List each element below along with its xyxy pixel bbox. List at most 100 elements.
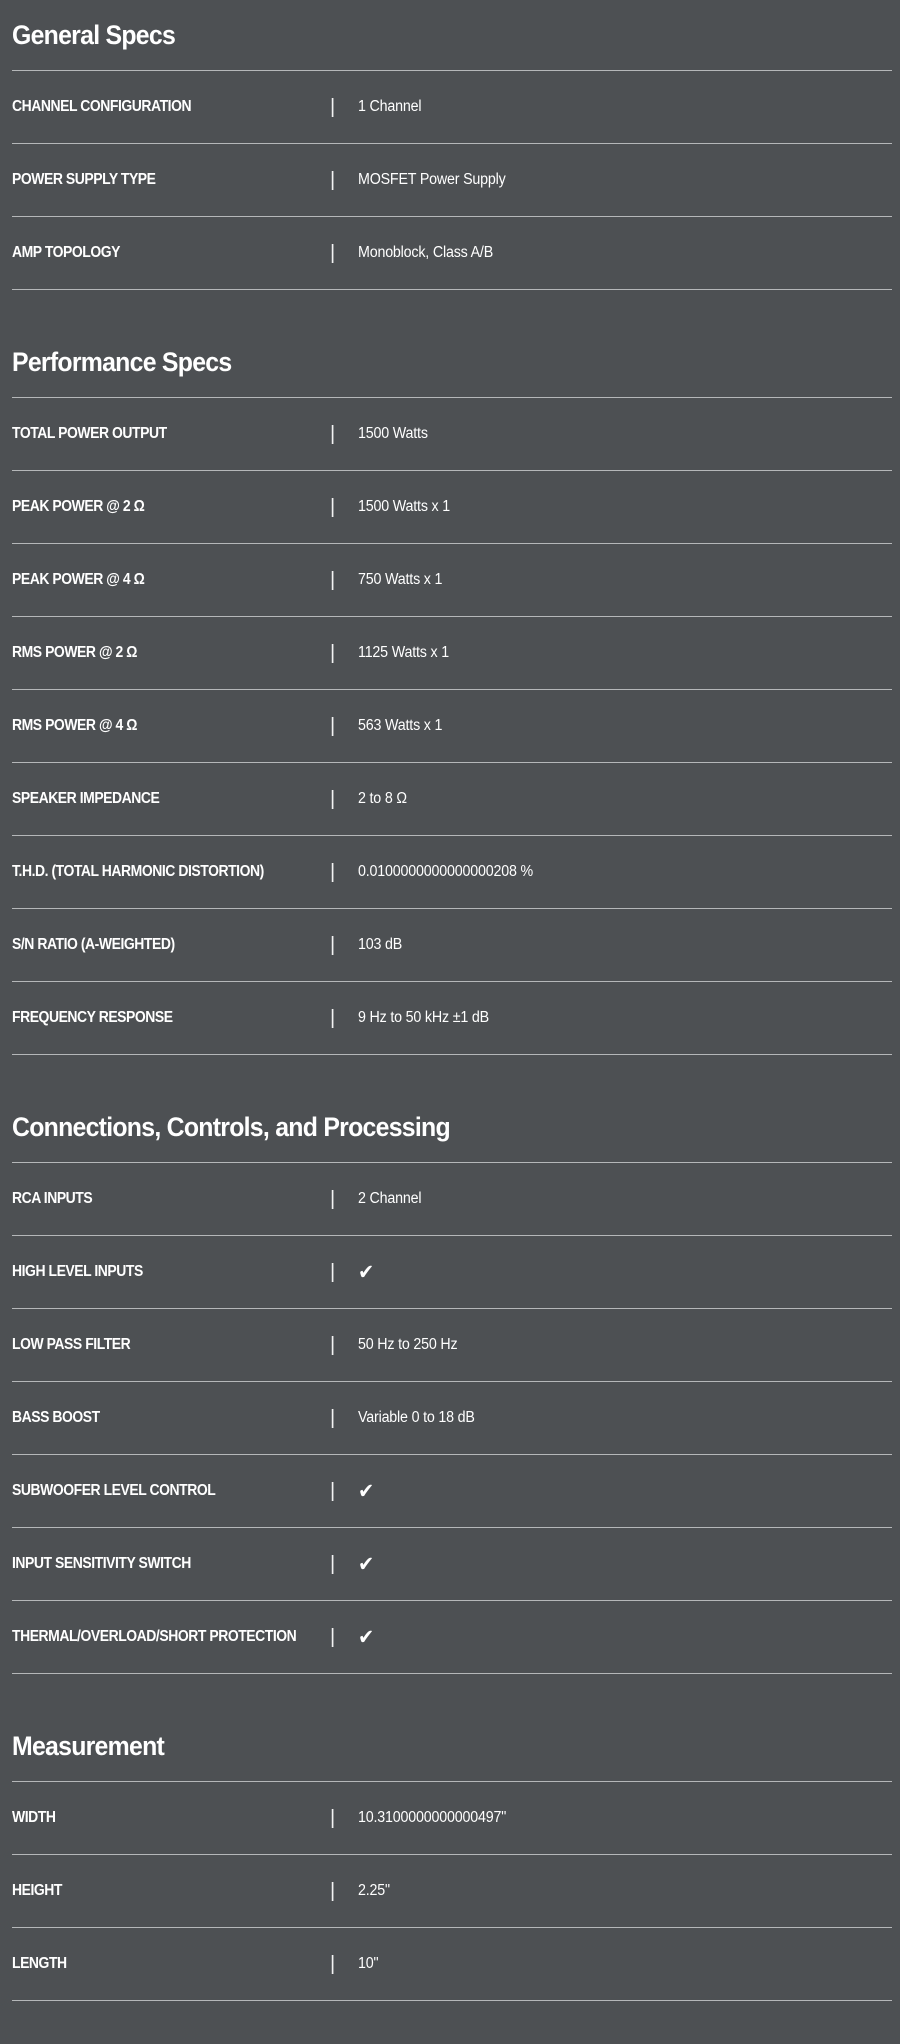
spec-label: FREQUENCY RESPONSE xyxy=(12,1009,173,1027)
spec-row: THERMAL/OVERLOAD/SHORT PROTECTION | ✔ xyxy=(12,1601,892,1674)
spec-row: WIDTH | 10.3100000000000497" xyxy=(12,1782,892,1855)
spec-list: RCA INPUTS | 2 Channel HIGH LEVEL INPUTS | ✔ L… xyxy=(12,1162,892,1674)
section-title: Connections, Controls, and Processing xyxy=(12,1111,451,1142)
spec-value: 10" xyxy=(358,1955,379,1973)
spec-value: 563 Watts x 1 xyxy=(358,717,443,735)
separator: | xyxy=(330,1480,336,1502)
spec-label: POWER SUPPLY TYPE xyxy=(12,171,156,189)
spec-row: LENGTH | 10" xyxy=(12,1928,892,2001)
spec-label: CHANNEL CONFIGURATION xyxy=(12,98,192,116)
spec-label: T.H.D. (TOTAL HARMONIC DISTORTION) xyxy=(12,863,264,881)
separator: | xyxy=(330,569,336,591)
spec-row: SUBWOOFER LEVEL CONTROL | ✔ xyxy=(12,1455,892,1528)
separator: | xyxy=(330,934,336,956)
separator: | xyxy=(330,242,336,264)
spec-list: CHANNEL CONFIGURATION | 1 Channel POWER SUP… xyxy=(12,70,892,290)
section-title: General Specs xyxy=(12,19,176,50)
spec-value: MOSFET Power Supply xyxy=(358,171,506,189)
spec-label: TOTAL POWER OUTPUT xyxy=(12,425,167,443)
spec-row: HIGH LEVEL INPUTS | ✔ xyxy=(12,1236,892,1309)
spec-value: Variable 0 to 18 dB xyxy=(358,1409,475,1427)
spec-label: S/N RATIO (A-WEIGHTED) xyxy=(12,936,175,954)
check-icon: ✔ xyxy=(358,1479,375,1503)
spec-row: HEIGHT | 2.25" xyxy=(12,1855,892,1928)
check-icon: ✔ xyxy=(358,1625,375,1649)
spec-list: WIDTH | 10.3100000000000497" HEIGHT | 2.25" LE… xyxy=(12,1781,892,2001)
spec-row: RMS POWER @ 4 Ω | 563 Watts x 1 xyxy=(12,690,892,763)
separator: | xyxy=(330,861,336,883)
separator: | xyxy=(330,1953,336,1975)
spec-row: AMP TOPOLOGY | Monoblock, Class A/B xyxy=(12,217,892,290)
separator: | xyxy=(330,169,336,191)
spec-label: PEAK POWER @ 4 Ω xyxy=(12,571,145,589)
section-title: Performance Specs xyxy=(12,346,232,377)
spec-row: CHANNEL CONFIGURATION | 1 Channel xyxy=(12,71,892,144)
separator: | xyxy=(330,715,336,737)
spec-row: POWER SUPPLY TYPE | MOSFET Power Supply xyxy=(12,144,892,217)
spec-label: RMS POWER @ 2 Ω xyxy=(12,644,138,662)
spec-label: HIGH LEVEL INPUTS xyxy=(12,1263,143,1281)
separator: | xyxy=(330,788,336,810)
spec-value: 1500 Watts xyxy=(358,425,428,443)
section-title: Measurement xyxy=(12,1730,165,1761)
separator: | xyxy=(330,1880,336,1902)
spec-value: 9 Hz to 50 kHz ±1 dB xyxy=(358,1009,489,1027)
spec-row: INPUT SENSITIVITY SWITCH | ✔ xyxy=(12,1528,892,1601)
spec-value: 2 to 8 Ω xyxy=(358,790,407,808)
spec-label: SUBWOOFER LEVEL CONTROL xyxy=(12,1482,216,1500)
spec-value: 0.0100000000000000208 % xyxy=(358,863,533,881)
spec-label: LOW PASS FILTER xyxy=(12,1336,131,1354)
separator: | xyxy=(330,1407,336,1429)
separator: | xyxy=(330,1007,336,1029)
spec-row: PEAK POWER @ 2 Ω | 1500 Watts x 1 xyxy=(12,471,892,544)
spec-row: SPEAKER IMPEDANCE | 2 to 8 Ω xyxy=(12,763,892,836)
separator: | xyxy=(330,642,336,664)
spec-value: 2 Channel xyxy=(358,1190,422,1208)
separator: | xyxy=(330,1261,336,1283)
spec-label: SPEAKER IMPEDANCE xyxy=(12,790,160,808)
separator: | xyxy=(330,1626,336,1648)
spec-label: RCA INPUTS xyxy=(12,1190,93,1208)
spec-row: BASS BOOST | Variable 0 to 18 dB xyxy=(12,1382,892,1455)
check-icon: ✔ xyxy=(358,1260,375,1284)
separator: | xyxy=(330,496,336,518)
spec-value: 103 dB xyxy=(358,936,403,954)
spec-list: TOTAL POWER OUTPUT | 1500 Watts PEAK POWER … xyxy=(12,397,892,1055)
spec-value: 1500 Watts x 1 xyxy=(358,498,451,516)
separator: | xyxy=(330,423,336,445)
spec-label: WIDTH xyxy=(12,1809,56,1827)
spec-row: T.H.D. (TOTAL HARMONIC DISTORTION) | 0.010… xyxy=(12,836,892,909)
spec-label: HEIGHT xyxy=(12,1882,63,1900)
separator: | xyxy=(330,1188,336,1210)
spec-row: FREQUENCY RESPONSE | 9 Hz to 50 kHz ±1 dB xyxy=(12,982,892,1055)
spec-label: RMS POWER @ 4 Ω xyxy=(12,717,138,735)
spec-value: 2.25" xyxy=(358,1882,390,1900)
separator: | xyxy=(330,1553,336,1575)
separator: | xyxy=(330,1807,336,1829)
spec-label: INPUT SENSITIVITY SWITCH xyxy=(12,1555,191,1573)
spec-label: PEAK POWER @ 2 Ω xyxy=(12,498,145,516)
spec-label: AMP TOPOLOGY xyxy=(12,244,121,262)
spec-value: 50 Hz to 250 Hz xyxy=(358,1336,458,1354)
spec-value: 10.3100000000000497" xyxy=(358,1809,507,1827)
check-icon: ✔ xyxy=(358,1552,375,1576)
spec-label: LENGTH xyxy=(12,1955,67,1973)
spec-value: 1125 Watts x 1 xyxy=(358,644,449,662)
spec-row: TOTAL POWER OUTPUT | 1500 Watts xyxy=(12,398,892,471)
spec-sections: General Specs CHANNEL CONFIGURATION | 1 Cha… xyxy=(12,0,892,2001)
separator: | xyxy=(330,96,336,118)
spec-row: PEAK POWER @ 4 Ω | 750 Watts x 1 xyxy=(12,544,892,617)
spec-value: 750 Watts x 1 xyxy=(358,571,443,589)
spec-row: RCA INPUTS | 2 Channel xyxy=(12,1163,892,1236)
spec-label: BASS BOOST xyxy=(12,1409,100,1427)
spec-row: LOW PASS FILTER | 50 Hz to 250 Hz xyxy=(12,1309,892,1382)
spec-row: RMS POWER @ 2 Ω | 1125 Watts x 1 xyxy=(12,617,892,690)
spec-value: Monoblock, Class A/B xyxy=(358,244,494,262)
separator: | xyxy=(330,1334,336,1356)
spec-label: THERMAL/OVERLOAD/SHORT PROTECTION xyxy=(12,1628,297,1646)
specs-page: General Specs CHANNEL CONFIGURATION | 1 Cha… xyxy=(0,0,900,2044)
spec-value: 1 Channel xyxy=(358,98,422,116)
